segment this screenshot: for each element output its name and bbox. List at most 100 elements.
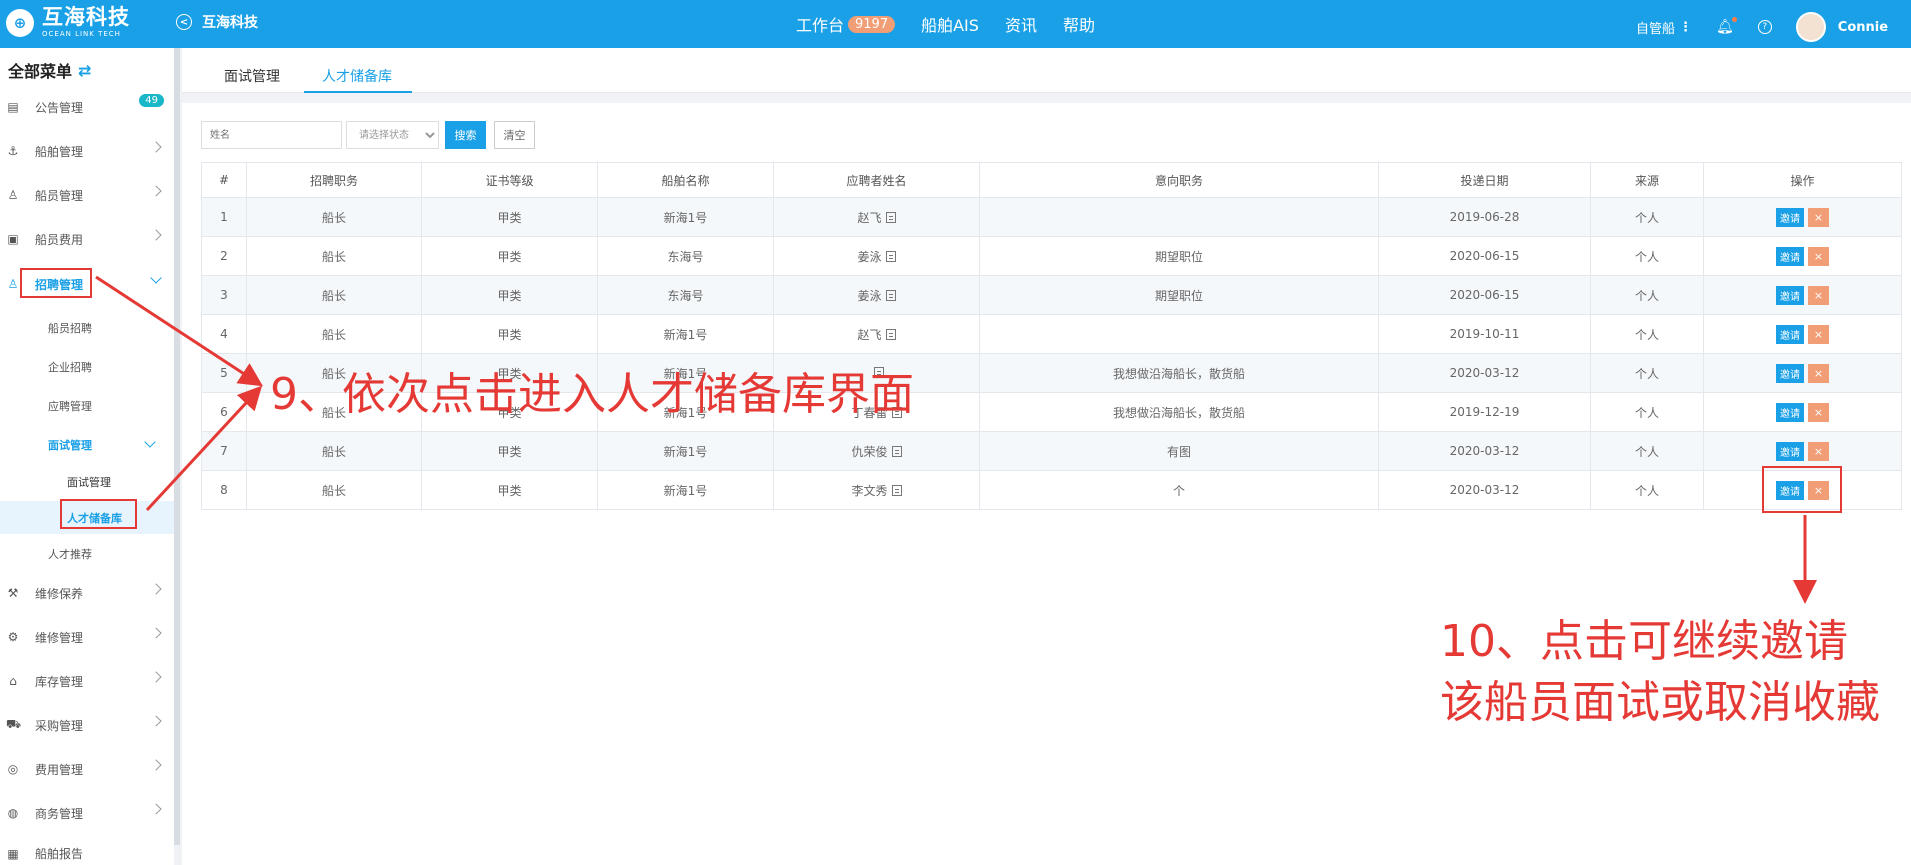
col-header-position: 招聘职务 <box>246 162 422 198</box>
applicant-name: 赵飞 <box>857 327 882 342</box>
user-menu[interactable]: Connie <box>1795 12 1888 42</box>
col-header-applicant: 应聘者姓名 <box>773 162 980 198</box>
cell-intent: 我想做沿海船长，散货船 <box>979 392 1379 432</box>
invite-button[interactable]: 邀请 <box>1776 402 1804 422</box>
resume-icon[interactable] <box>885 289 896 301</box>
ship-selector[interactable]: 自管船 ⋮ <box>1636 18 1692 37</box>
remove-favorite-button[interactable]: × <box>1808 207 1829 227</box>
nav-workbench[interactable]: 工作台 9197 <box>796 12 896 36</box>
cell-actions: 邀请 × <box>1703 353 1902 393</box>
sidebar-sub-talent-recommend[interactable]: 人才推荐 <box>48 546 92 562</box>
resume-icon[interactable] <box>891 445 902 457</box>
sidebar-item-maintenance[interactable]: ⚒ 维修保养 <box>0 578 174 608</box>
cell-date: 2019-10-11 <box>1378 314 1591 354</box>
sidebar-subsub-interview[interactable]: 面试管理 <box>67 474 111 490</box>
sidebar-item-label: 采购管理 <box>35 718 84 733</box>
invite-button[interactable]: 邀请 <box>1776 246 1804 266</box>
invite-button[interactable]: 邀请 <box>1776 324 1804 344</box>
top-nav: 工作台 9197 船舶AIS 资讯 帮助 <box>796 12 1121 36</box>
cell-date: 2019-06-28 <box>1378 197 1591 237</box>
sidebar-item-label: 库存管理 <box>35 674 84 689</box>
cell-ship: 东海号 <box>597 236 774 276</box>
name-input[interactable] <box>201 121 342 149</box>
active-tab-indicator <box>304 91 412 93</box>
nav-help[interactable]: 帮助 <box>1063 12 1095 36</box>
resume-icon[interactable] <box>885 211 896 223</box>
cell-applicant: 李文秀 <box>773 470 980 510</box>
globe-icon: ◍ <box>7 806 19 820</box>
brand[interactable]: ⊕ 互海科技 OCEAN LINK TECH <box>6 7 130 38</box>
top-bar: ⊕ 互海科技 OCEAN LINK TECH < 互海科技 工作台 9197 船… <box>0 0 1911 48</box>
sidebar-item-expense[interactable]: ◎ 费用管理 <box>0 754 174 784</box>
cell-actions: 邀请 × <box>1703 314 1902 354</box>
talent-pool-table: # 招聘职务 证书等级 船舶名称 应聘者姓名 意向职务 投递日期 来源 操作 1… <box>201 162 1902 510</box>
cell-cert: 甲类 <box>421 275 598 315</box>
sidebar-item-business[interactable]: ◍ 商务管理 <box>0 798 174 828</box>
chevron-right-icon <box>150 185 162 197</box>
cell-date: 2020-06-15 <box>1378 236 1591 276</box>
table-row: 4 船长 甲类 新海1号 赵飞 2019-10-11 个人 邀请 × <box>201 314 1902 354</box>
clear-button[interactable]: 清空 <box>494 121 535 149</box>
nav-news[interactable]: 资讯 <box>1005 12 1037 36</box>
swap-icon[interactable]: ⇄ <box>78 61 91 80</box>
applicant-name: 姜泳 <box>857 249 882 264</box>
notice-icon: ▤ <box>7 100 19 114</box>
help-icon: ? <box>1757 20 1772 34</box>
remove-favorite-button[interactable]: × <box>1808 363 1829 383</box>
nav-ship-ais[interactable]: 船舶AIS <box>921 12 979 36</box>
notification-button[interactable]: 🔔︎ <box>1716 17 1737 35</box>
resume-icon[interactable] <box>885 250 896 262</box>
search-button[interactable]: 搜索 <box>445 121 486 149</box>
sidebar-item-ship[interactable]: ⚓︎ 船舶管理 <box>0 136 174 166</box>
remove-favorite-button[interactable]: × <box>1808 324 1829 344</box>
sidebar <box>0 48 174 865</box>
remove-favorite-button[interactable]: × <box>1808 441 1829 461</box>
invite-button[interactable]: 邀请 <box>1776 441 1804 461</box>
sidebar-sub-crew-recruit[interactable]: 船员招聘 <box>48 320 92 336</box>
remove-favorite-button[interactable]: × <box>1808 402 1829 422</box>
sidebar-sub-interview[interactable]: 面试管理 <box>48 437 92 453</box>
cell-position: 船长 <box>246 197 422 237</box>
col-header-source: 来源 <box>1590 162 1704 198</box>
status-select[interactable]: 请选择状态 <box>346 121 439 149</box>
cell-source: 个人 <box>1590 275 1704 315</box>
cell-intent: 个 <box>979 470 1379 510</box>
invite-button[interactable]: 邀请 <box>1776 285 1804 305</box>
sidebar-item-label: 船舶管理 <box>35 144 84 159</box>
cell-index: 2 <box>201 236 247 276</box>
cell-actions: 邀请 × <box>1703 392 1902 432</box>
remove-favorite-button[interactable]: × <box>1808 285 1829 305</box>
sidebar-sub-company-recruit[interactable]: 企业招聘 <box>48 359 92 375</box>
menu-title[interactable]: 全部菜单 ⇄ <box>8 58 91 82</box>
resume-icon[interactable] <box>885 328 896 340</box>
cell-intent: 期望职位 <box>979 275 1379 315</box>
back-button[interactable]: < 互海科技 <box>176 12 258 32</box>
cell-intent: 有图 <box>979 431 1379 471</box>
invite-button[interactable]: 邀请 <box>1776 207 1804 227</box>
sidebar-sub-application[interactable]: 应聘管理 <box>48 398 92 414</box>
sidebar-item-notice[interactable]: ▤ 公告管理 49 <box>0 92 174 122</box>
cell-applicant: 姜泳 <box>773 236 980 276</box>
sidebar-item-label: 船员管理 <box>35 188 84 203</box>
sidebar-item-crew[interactable]: ♙ 船员管理 <box>0 180 174 210</box>
annotation-step-10-line2: 该船员面试或取消收藏 <box>1440 677 1880 728</box>
applicant-name: 赵飞 <box>857 210 882 225</box>
invite-button[interactable]: 邀请 <box>1776 363 1804 383</box>
remove-favorite-button[interactable]: × <box>1808 246 1829 266</box>
sidebar-item-inventory[interactable]: ⌂ 库存管理 <box>0 666 174 696</box>
warehouse-icon: ⌂ <box>9 674 17 688</box>
brand-subtitle: OCEAN LINK TECH <box>42 30 121 38</box>
sidebar-item-crew-cost[interactable]: ▣ 船员费用 <box>0 224 174 254</box>
sidebar-item-repair[interactable]: ⚙ 维修管理 <box>0 622 174 652</box>
sidebar-scrollbar[interactable] <box>174 48 180 845</box>
resume-icon[interactable] <box>891 484 902 496</box>
sidebar-item-purchase[interactable]: ⛟ 采购管理 <box>0 710 174 740</box>
tab-interview[interactable]: 面试管理 <box>224 66 280 86</box>
cell-position: 船长 <box>246 275 422 315</box>
sidebar-item-label: 商务管理 <box>35 806 84 821</box>
tab-talent-pool[interactable]: 人才储备库 <box>322 66 392 86</box>
help-button[interactable]: ? <box>1757 20 1772 34</box>
user-icon: ♙ <box>7 277 19 291</box>
sidebar-item-report[interactable]: ▦ 船舶报告 <box>0 842 174 865</box>
cell-index: 5 <box>201 353 247 393</box>
